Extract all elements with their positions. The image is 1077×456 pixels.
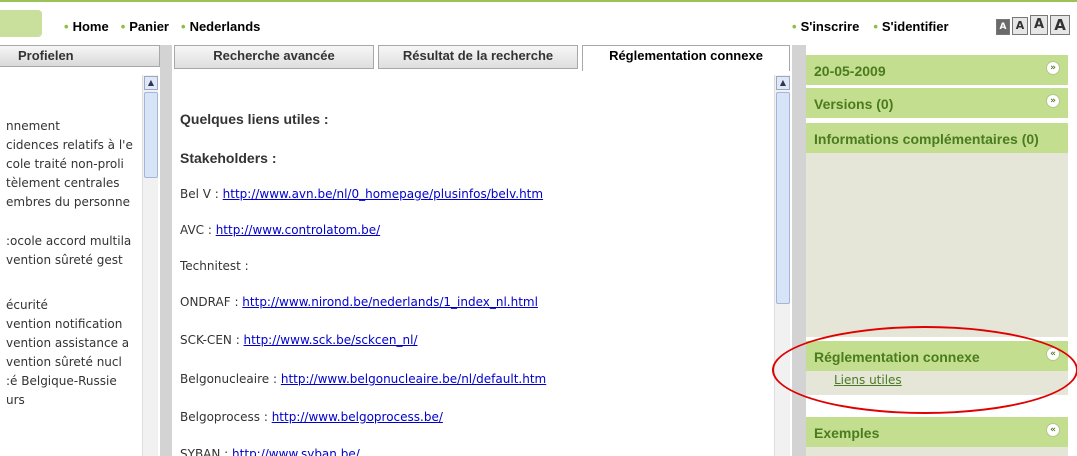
exemples-box-body [806,447,1068,456]
link-line-sckcen: SCK-CEN : http://www.sck.be/sckcen_nl/ [180,333,418,347]
bullet-icon: • [873,19,878,34]
link-syban[interactable]: http://www.syban.be/ [232,447,360,456]
link-label: Technitest : [180,259,249,273]
tab-reglementation-connexe[interactable]: Réglementation connexe [582,45,790,71]
chevron-down-double-icon[interactable]: » [1046,94,1060,108]
link-line-ondraf: ONDRAF : http://www.nirond.be/nederlands… [180,295,538,309]
nav-link-sinscrire[interactable]: • S'inscrire [792,20,859,34]
nav-tab-decoration [0,10,42,37]
link-line-technitest: Technitest : [180,259,249,273]
list-item[interactable]: tèlement centrales [6,176,120,190]
link-belgonucleaire[interactable]: http://www.belgonucleaire.be/nl/default.… [281,372,546,386]
content-area: Quelques liens utiles : Stakeholders : B… [180,75,770,456]
link-line-belgoprocess: Belgoprocess : http://www.belgoprocess.b… [180,410,443,424]
versions-box-header[interactable]: Versions (0) » [806,88,1068,118]
tab-recherche-avancee[interactable]: Recherche avancée [174,45,374,69]
link-sckcen[interactable]: http://www.sck.be/sckcen_nl/ [244,333,418,347]
exemples-box: Exemples « [806,417,1068,456]
link-ondraf[interactable]: http://www.nirond.be/nederlands/1_index_… [242,295,538,309]
font-size-s-button[interactable]: A [1012,17,1028,35]
chevron-up-double-icon[interactable]: « [1046,423,1060,437]
nav-link-sidentifier[interactable]: • S'identifier [873,20,948,34]
left-panel: Profielen nnement cidences relatifs à l'… [0,45,160,456]
list-item[interactable]: :é Belgique-Russie [6,374,117,388]
tab-resultat-recherche-label: Résultat de la recherche [402,48,554,63]
info-box: Informations complémentaires (0) [806,123,1068,337]
chevron-down-double-icon[interactable]: » [1046,61,1060,75]
font-size-xs-button[interactable]: A [996,19,1010,35]
scroll-up-icon[interactable]: ▲ [776,76,790,90]
list-item[interactable]: écurité [6,298,48,312]
bullet-icon: • [181,19,186,34]
main-nav: • Home • Panier • Nederlands [64,20,260,34]
tab-reglementation-connexe-label: Réglementation connexe [609,48,763,63]
content-subheading: Stakeholders : [180,150,277,166]
list-item[interactable]: vention sûreté gest [6,253,123,267]
date-box: 20-05-2009 » [806,55,1068,85]
tab-profielen[interactable]: Profielen [0,45,160,67]
link-label: ONDRAF : [180,295,243,309]
list-item[interactable]: cole traité non-proli [6,157,124,171]
link-label: SYBAN : [180,447,233,456]
left-scroll-thumb[interactable] [144,92,158,178]
list-item[interactable]: cidences relatifs à l'e [6,138,133,152]
tab-profielen-label: Profielen [18,48,74,63]
exemples-box-header[interactable]: Exemples « [806,417,1068,447]
list-item[interactable]: vention notification [6,317,122,331]
main-panel: Recherche avancée Résultat de la recherc… [172,45,792,456]
link-belv[interactable]: http://www.avn.be/nl/0_homepage/plusinfo… [223,187,543,201]
tab-resultat-recherche[interactable]: Résultat de la recherche [378,45,578,69]
list-item[interactable]: urs [6,393,25,407]
date-box-title: 20-05-2009 [814,63,886,79]
versions-box: Versions (0) » [806,88,1068,118]
profile-list: nnement cidences relatifs à l'e cole tra… [0,75,140,456]
info-box-header[interactable]: Informations complémentaires (0) [806,123,1068,153]
scroll-up-icon[interactable]: ▲ [144,76,158,90]
nav-link-panier[interactable]: • Panier [121,20,169,34]
list-item[interactable]: nnement [6,119,60,133]
link-label: AVC : [180,223,216,237]
info-box-title: Informations complémentaires (0) [814,131,1039,147]
account-nav: • S'inscrire • S'identifier [792,20,949,34]
list-item[interactable]: vention sûreté nucl [6,355,122,369]
nav-link-panier-label: Panier [129,19,169,34]
font-size-selector: A A A A [996,15,1070,35]
left-divider [160,45,172,456]
info-box-body [806,153,1068,337]
highlight-ellipse [772,326,1077,414]
nav-link-home-label: Home [72,19,109,34]
bullet-icon: • [120,19,126,34]
content-heading: Quelques liens utiles : [180,111,329,127]
bullet-icon: • [792,19,797,34]
font-size-l-button[interactable]: A [1050,15,1070,35]
date-box-header[interactable]: 20-05-2009 » [806,55,1068,85]
top-divider-line [0,0,1077,2]
list-item[interactable]: :ocole accord multila [6,234,131,248]
nav-link-sinscrire-label: S'inscrire [800,19,860,34]
left-scrollbar[interactable]: ▲ [142,75,158,456]
content-scroll-thumb[interactable] [776,92,790,304]
bullet-icon: • [64,19,69,34]
link-label: Belgonucleaire : [180,372,281,386]
link-line-belgonucleaire: Belgonucleaire : http://www.belgonucleai… [180,372,546,386]
nav-link-home[interactable]: • Home [64,20,109,34]
versions-box-title: Versions (0) [814,96,894,112]
exemples-box-title: Exemples [814,425,880,441]
link-line-belv: Bel V : http://www.avn.be/nl/0_homepage/… [180,187,543,201]
content-scrollbar[interactable]: ▲ [774,75,790,456]
link-label: Bel V : [180,187,223,201]
link-avc[interactable]: http://www.controlatom.be/ [216,223,380,237]
list-item[interactable]: embres du personne [6,195,130,209]
link-label: Belgoprocess : [180,410,272,424]
nav-link-nederlands[interactable]: • Nederlands [181,20,260,34]
link-label: SCK-CEN : [180,333,244,347]
tab-recherche-avancee-label: Recherche avancée [213,48,335,63]
link-line-syban: SYBAN : http://www.syban.be/ [180,447,360,456]
font-size-m-button[interactable]: A [1030,15,1048,35]
list-item[interactable]: vention assistance a [6,336,129,350]
nav-link-sidentifier-label: S'identifier [881,19,949,34]
link-belgoprocess[interactable]: http://www.belgoprocess.be/ [272,410,443,424]
link-line-avc: AVC : http://www.controlatom.be/ [180,223,380,237]
nav-link-nederlands-label: Nederlands [189,19,261,34]
